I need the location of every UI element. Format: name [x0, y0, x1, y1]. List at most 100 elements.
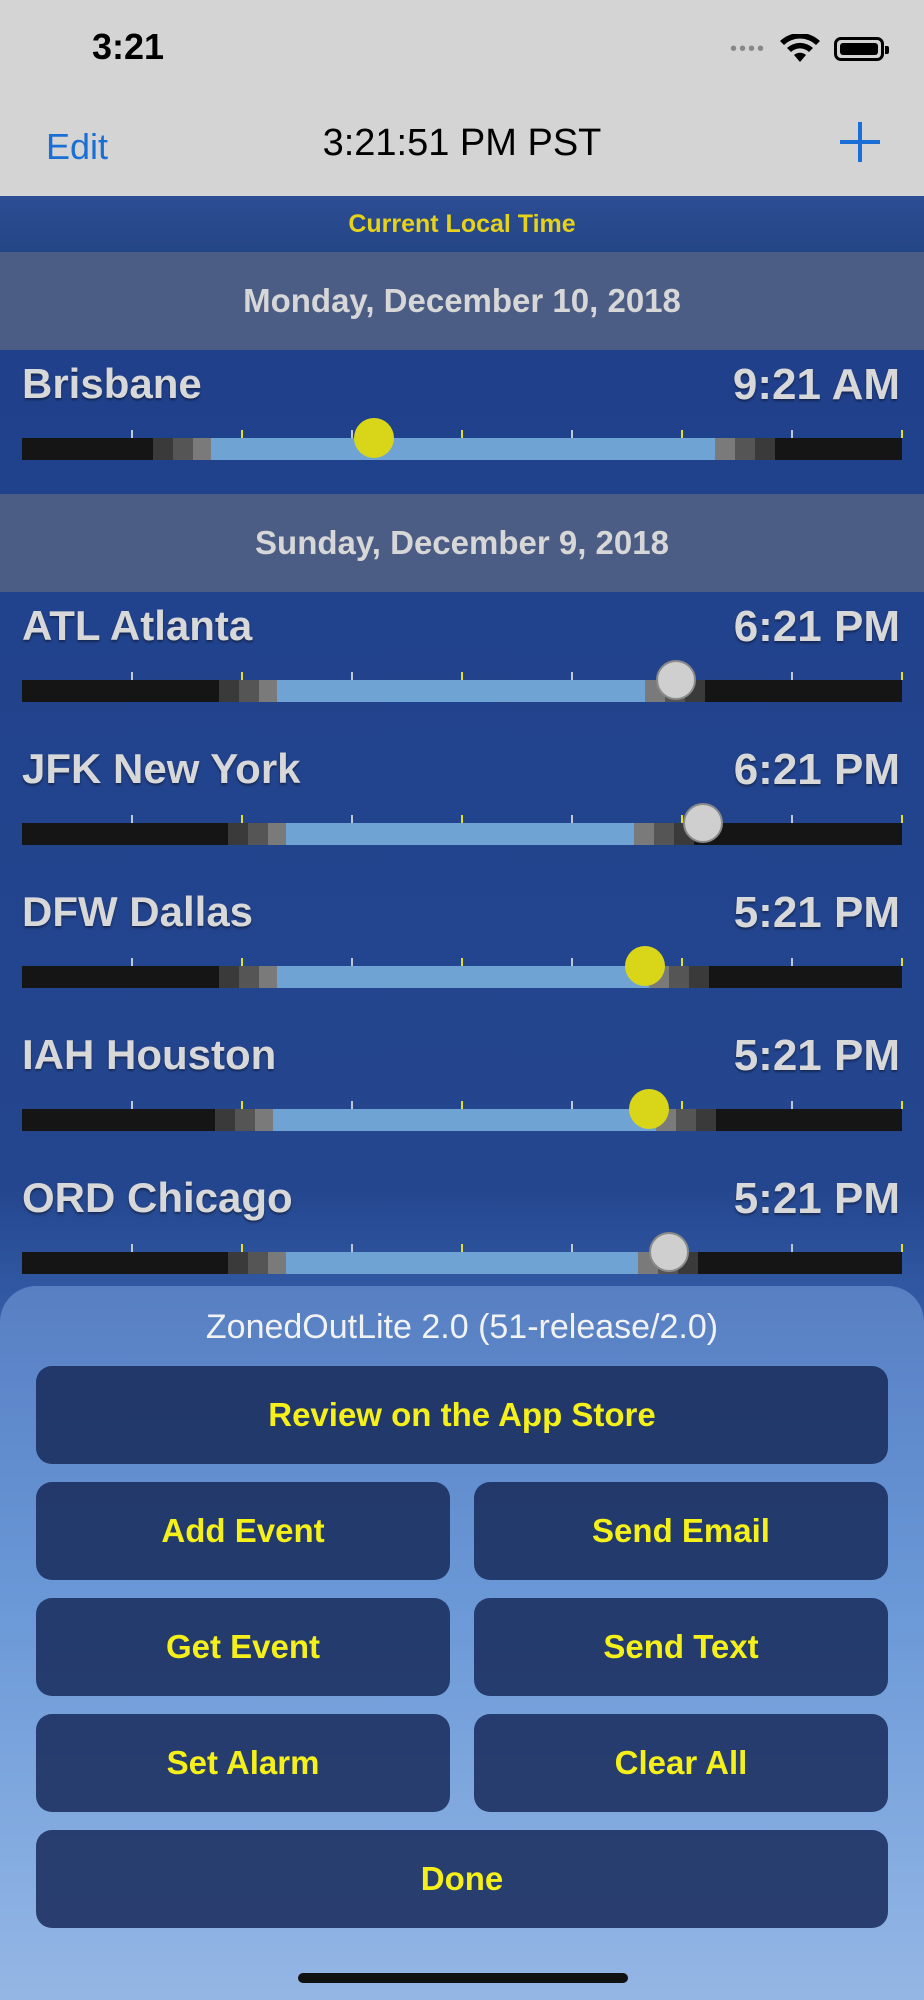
hour-tick	[901, 430, 903, 438]
sun-marker-icon	[625, 946, 666, 986]
app-version-title: ZonedOutLite 2.0 (51-release/2.0)	[205, 1308, 719, 1346]
hour-tick	[791, 672, 793, 680]
hour-tick	[681, 1101, 683, 1109]
daylight-segment	[286, 823, 634, 845]
set-alarm-button[interactable]: Set Alarm	[36, 1714, 450, 1812]
twilight-segment	[653, 823, 674, 845]
send-email-button[interactable]: Send Email	[474, 1482, 888, 1580]
hour-tick	[461, 1244, 463, 1252]
twilight-segment	[234, 1109, 255, 1131]
twilight-segment	[173, 438, 194, 460]
hour-tick	[461, 430, 463, 438]
hour-tick	[571, 815, 573, 823]
hour-tick	[571, 672, 573, 680]
twilight-segment	[633, 823, 654, 845]
get-event-button[interactable]: Get Event	[36, 1598, 450, 1696]
twilight-segment	[268, 1252, 288, 1274]
city-name: ATL Atlanta	[22, 602, 253, 649]
timezone-row[interactable]: IAH Houston 5:21 PM	[0, 1021, 924, 1163]
hour-tick	[241, 1101, 243, 1109]
current-local-time-label: Current Local Time	[0, 196, 924, 252]
hour-tick	[241, 1244, 243, 1252]
status-time: 3:21	[92, 26, 165, 67]
date-header: Monday, December 10, 2018	[0, 252, 924, 350]
daylight-segment	[286, 1252, 638, 1274]
hour-tick	[791, 958, 793, 966]
add-event-button[interactable]: Add Event	[36, 1482, 450, 1580]
hour-tick	[791, 815, 793, 823]
hour-tick	[131, 672, 133, 680]
sun-marker-icon	[354, 418, 394, 458]
twilight-segment	[734, 438, 755, 460]
timezone-row[interactable]: ORD Chicago 5:21 PM	[0, 1164, 924, 1306]
twilight-segment	[675, 1109, 696, 1131]
twilight-segment	[239, 680, 260, 702]
hour-tick	[351, 958, 353, 966]
local-time: 9:21 AM	[732, 360, 900, 409]
daylight-segment	[277, 966, 650, 988]
twilight-segment	[219, 966, 240, 988]
city-name: IAH Houston	[22, 1031, 277, 1078]
day-night-bar	[22, 946, 903, 988]
twilight-segment	[714, 438, 735, 460]
hour-tick	[241, 672, 243, 680]
timezone-row[interactable]: ATL Atlanta 6:21 PM	[0, 592, 924, 734]
day-night-bar	[22, 660, 903, 702]
action-sheet: ZonedOutLite 2.0 (51-release/2.0) Review…	[0, 1286, 924, 2000]
twilight-segment	[153, 438, 174, 460]
hour-tick	[351, 1101, 353, 1109]
hour-tick	[791, 430, 793, 438]
done-button[interactable]: Done	[36, 1830, 888, 1928]
hour-tick	[571, 1244, 573, 1252]
hour-tick	[571, 430, 573, 438]
hour-tick	[901, 672, 903, 680]
home-indicator[interactable]	[298, 1973, 628, 1983]
twilight-segment	[228, 1252, 248, 1274]
day-night-bar	[22, 803, 903, 845]
add-icon[interactable]	[840, 122, 880, 162]
hour-tick	[131, 958, 133, 966]
twilight-segment	[248, 823, 268, 845]
twilight-segment	[695, 1109, 716, 1131]
twilight-segment	[228, 823, 248, 845]
hour-tick	[351, 672, 353, 680]
timezone-row[interactable]: Brisbane 9:21 AM	[0, 350, 924, 492]
timezone-row[interactable]: JFK New York 6:21 PM	[0, 735, 924, 877]
local-time: 5:21 PM	[733, 1174, 900, 1223]
twilight-segment	[254, 1109, 275, 1131]
hour-tick	[461, 1101, 463, 1109]
hour-tick	[351, 430, 353, 438]
moon-marker-icon	[655, 660, 696, 700]
review-button[interactable]: Review on the App Store	[36, 1366, 888, 1464]
clear-all-button[interactable]: Clear All	[474, 1714, 888, 1812]
hour-tick	[901, 958, 903, 966]
day-night-bar	[22, 1089, 903, 1131]
daylight-segment	[272, 1109, 656, 1131]
signal-icon: ••••	[729, 37, 766, 60]
hour-tick	[791, 1244, 793, 1252]
nav-bar: 3:21 •••• Edit 3:21:51 PM PST	[0, 0, 924, 196]
twilight-segment	[214, 1109, 235, 1131]
hour-tick	[241, 958, 243, 966]
hour-tick	[681, 430, 683, 438]
hour-tick	[131, 1244, 133, 1252]
timezone-row[interactable]: DFW Dallas 5:21 PM	[0, 878, 924, 1020]
local-time: 6:21 PM	[733, 745, 900, 794]
twilight-segment	[239, 966, 260, 988]
twilight-segment	[259, 966, 280, 988]
send-text-button[interactable]: Send Text	[474, 1598, 888, 1696]
hour-tick	[901, 1101, 903, 1109]
date-header: Sunday, December 9, 2018	[0, 494, 924, 592]
hour-tick	[131, 815, 133, 823]
hour-tick	[131, 1101, 133, 1109]
hour-tick	[681, 958, 683, 966]
daylight-segment	[211, 438, 715, 460]
page-title: 3:21:51 PM PST	[322, 122, 602, 164]
wifi-icon	[780, 34, 820, 62]
hour-tick	[351, 1244, 353, 1252]
local-time: 5:21 PM	[733, 888, 900, 937]
twilight-segment	[754, 438, 775, 460]
twilight-segment	[669, 966, 690, 988]
twilight-segment	[248, 1252, 268, 1274]
twilight-segment	[193, 438, 214, 460]
